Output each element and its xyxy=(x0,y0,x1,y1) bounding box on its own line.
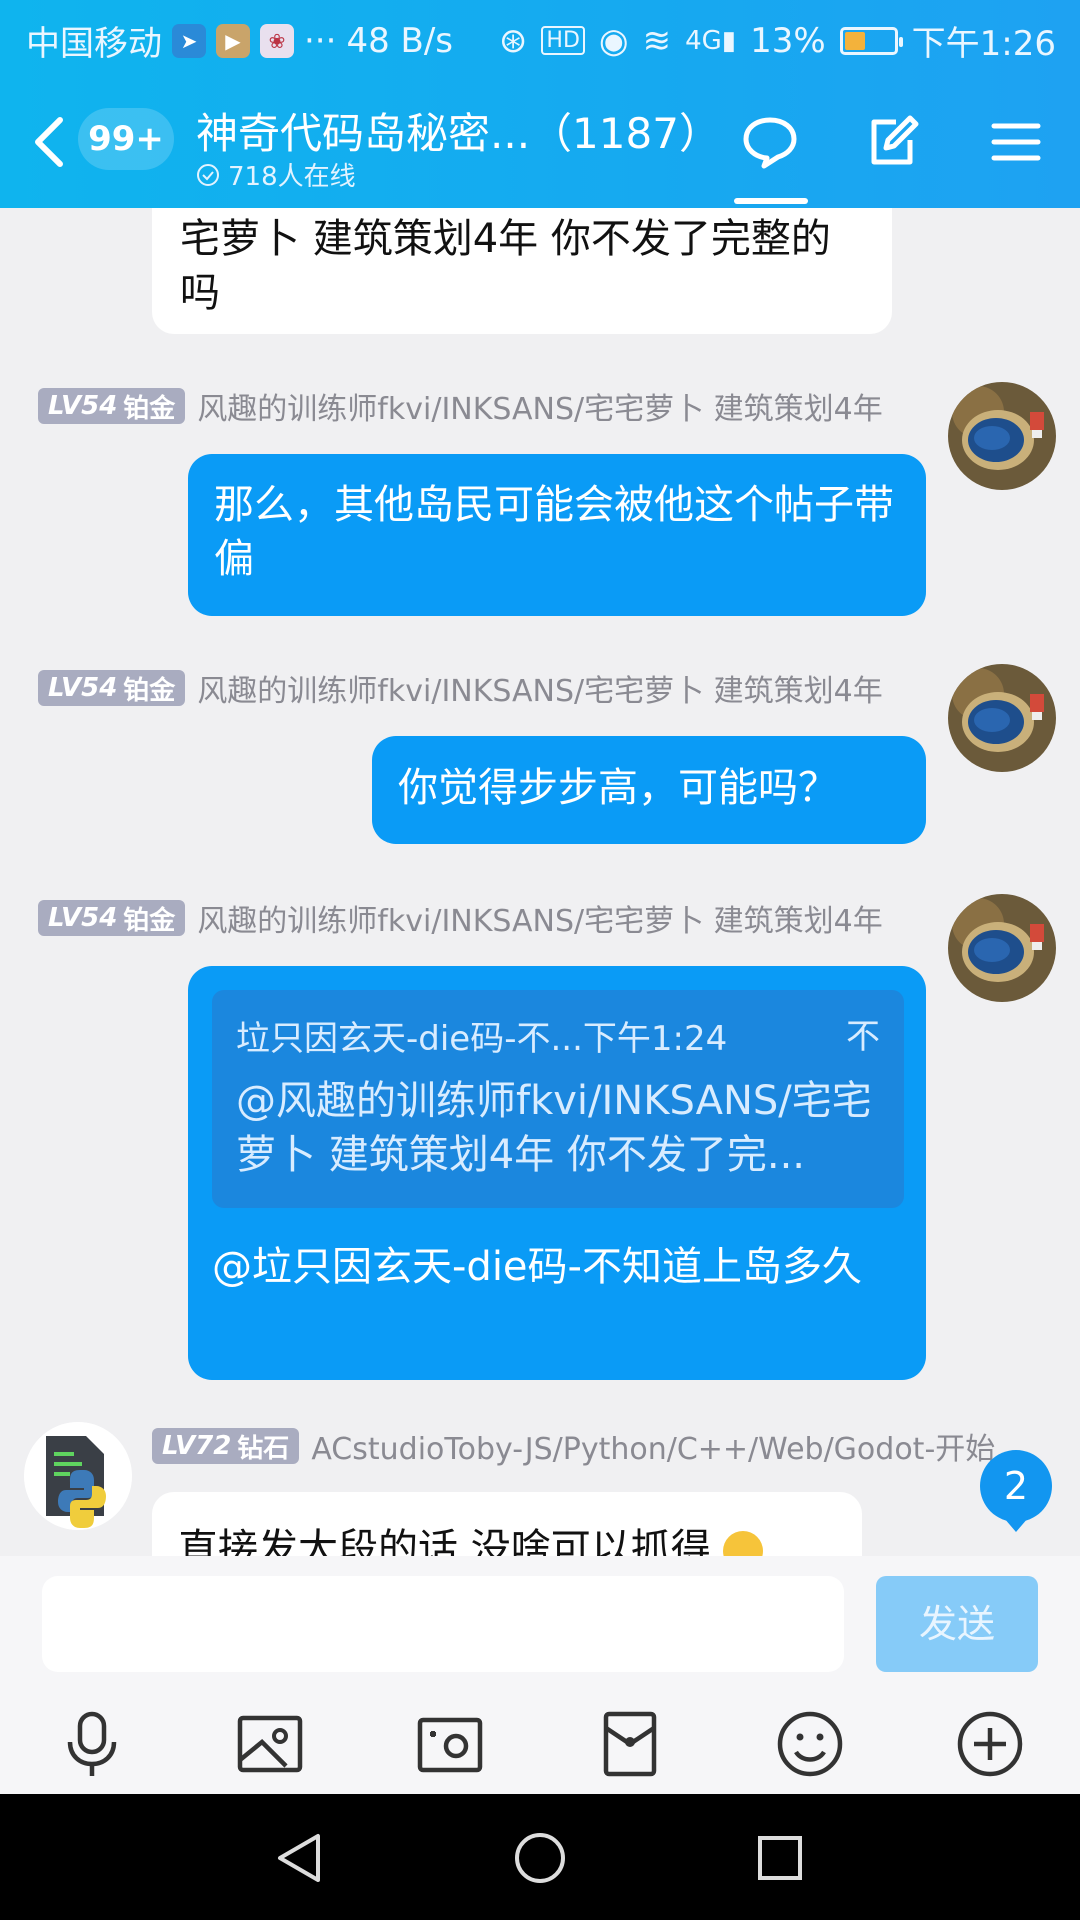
rank-text: 铂金 xyxy=(123,675,176,706)
message-list[interactable]: 宅萝卜 建筑策划4年 你不发了完整的吗 LV54 铂金 风趣的训练师fkvi/IN… xyxy=(0,208,1080,1556)
net-speed-label: 48 B/s xyxy=(346,20,454,61)
sender-name[interactable]: 风趣的训练师fkvi/INKSANS/宅宅萝卜 建筑策划4年 xyxy=(197,666,882,710)
app-notification-icon: ➤ xyxy=(172,23,206,58)
quoted-message[interactable]: 垃只因玄天-die码-不...下午1:24 不 @风趣的训练师fkvi/INKS… xyxy=(212,990,904,1208)
avatar[interactable] xyxy=(948,894,1056,1002)
message-input[interactable] xyxy=(42,1576,844,1672)
active-tab-indicator xyxy=(734,198,808,204)
quote-collapse-icon[interactable]: 不 xyxy=(846,1010,880,1064)
carrier-label: 中国移动 xyxy=(26,24,162,64)
battery-percent: 13% xyxy=(750,20,826,61)
level-text: LV54 xyxy=(48,391,118,421)
back-arrow-icon[interactable] xyxy=(30,114,70,170)
message-bubble[interactable]: 那么，其他岛民可能会被他这个帖子带偏 xyxy=(188,454,926,616)
battery-icon xyxy=(839,26,903,55)
send-button[interactable]: 发送 xyxy=(876,1576,1038,1672)
wifi-icon: ≋ xyxy=(642,20,672,61)
plus-icon[interactable] xyxy=(954,1708,1026,1780)
avatar[interactable] xyxy=(24,1422,132,1530)
message-text: 你觉得步步高，可能吗？ xyxy=(398,765,838,811)
emoji-icon[interactable] xyxy=(774,1708,846,1780)
camera-icon[interactable] xyxy=(414,1708,486,1780)
nav-home-icon[interactable] xyxy=(510,1828,570,1888)
level-text: LV54 xyxy=(48,673,118,703)
app-notification-icon-2: ❀ xyxy=(260,23,294,58)
sender-meta: LV54 铂金 风趣的训练师fkvi/INKSANS/宅宅萝卜 建筑策划4年 xyxy=(38,384,883,428)
message-text: @垃只因玄天-die码-不知道上岛多久 xyxy=(212,1244,862,1290)
map-avatar-image xyxy=(948,382,1056,490)
online-count: 718人在线 xyxy=(228,162,356,192)
more-notifications-icon: ··· xyxy=(304,20,337,61)
quote-header: 垃只因玄天-die码-不...下午1:24 xyxy=(236,1019,728,1059)
map-avatar-image xyxy=(948,894,1056,1002)
sender-meta: LV54 铂金 风趣的训练师fkvi/INKSANS/宅宅萝卜 建筑策划4年 xyxy=(38,896,883,940)
sender-name[interactable]: ACstudioToby-JS/Python/C++/Web/Godot-开始.… xyxy=(311,1424,1024,1468)
top-bar: 中国移动 ➤ ▶ ❀ ··· 48 B/s ⊛ HD ◉ ≋ 4G▮ 13% 下… xyxy=(0,0,1080,208)
avatar[interactable] xyxy=(948,664,1056,772)
quote-text: @风趣的训练师fkvi/INKSANS/宅宅萝卜 建筑策划4年 你不发了完... xyxy=(236,1078,872,1178)
video-notification-icon: ▶ xyxy=(216,23,250,58)
new-message-count: 2 xyxy=(1003,1464,1029,1508)
level-badge: LV72 钻石 xyxy=(152,1428,300,1464)
map-avatar-image xyxy=(948,664,1056,772)
message-text: 那么，其他岛民可能会被他这个帖子带偏 xyxy=(214,482,894,582)
microphone-icon[interactable] xyxy=(56,1708,128,1780)
red-packet-icon[interactable] xyxy=(594,1708,666,1780)
message-text: 直接发大段的话 没啥可以抓得 xyxy=(178,1526,711,1556)
message-bubble[interactable]: 直接发大段的话 没啥可以抓得 xyxy=(152,1492,862,1556)
vibrate-icon: ⊛ xyxy=(498,20,528,61)
level-badge: LV54 铂金 xyxy=(38,670,186,706)
hd-icon: HD xyxy=(541,26,585,55)
system-nav-bar xyxy=(0,1794,1080,1920)
online-status: 718人在线 xyxy=(196,156,356,193)
emoji-sticker-icon xyxy=(723,1531,764,1556)
reply-message-bubble[interactable]: 垃只因玄天-die码-不...下午1:24 不 @风趣的训练师fkvi/INKS… xyxy=(188,966,926,1380)
avatar[interactable] xyxy=(948,382,1056,490)
nav-back-icon[interactable] xyxy=(270,1828,330,1888)
rank-text: 铂金 xyxy=(123,905,176,936)
level-text: LV54 xyxy=(48,903,118,933)
chat-bubble-icon[interactable] xyxy=(740,112,800,172)
eye-comfort-icon: ◉ xyxy=(598,20,629,61)
status-bar: 中国移动 ➤ ▶ ❀ ··· 48 B/s ⊛ HD ◉ ≋ 4G▮ 13% 下… xyxy=(0,0,1080,76)
image-icon[interactable] xyxy=(234,1708,306,1780)
rank-text: 钻石 xyxy=(237,1433,290,1464)
sender-meta: LV54 铂金 风趣的训练师fkvi/INKSANS/宅宅萝卜 建筑策划4年 xyxy=(38,666,883,710)
edit-note-icon[interactable] xyxy=(862,112,922,172)
level-text: LV72 xyxy=(162,1431,232,1461)
chat-header: 99+ 神奇代码岛秘密...（1187） 718人在线 xyxy=(0,80,1080,208)
level-badge: LV54 铂金 xyxy=(38,900,186,936)
online-check-icon xyxy=(197,163,219,186)
sender-name[interactable]: 风趣的训练师fkvi/INKSANS/宅宅萝卜 建筑策划4年 xyxy=(197,384,882,428)
group-title[interactable]: 神奇代码岛秘密...（1187） xyxy=(196,100,721,161)
clock: 下午1:26 xyxy=(911,24,1056,64)
level-badge: LV54 铂金 xyxy=(38,388,186,424)
input-bar: 发送 xyxy=(0,1556,1080,1794)
signal-icon: 4G▮ xyxy=(685,25,737,56)
message-bubble[interactable]: 你觉得步步高，可能吗？ xyxy=(372,736,926,844)
python-avatar-image xyxy=(24,1422,132,1530)
sender-meta: LV72 钻石 ACstudioToby-JS/Python/C++/Web/Go… xyxy=(152,1424,1024,1468)
message-text: 宅萝卜 建筑策划4年 你不发了完整的吗 xyxy=(180,216,831,316)
sender-name[interactable]: 风趣的训练师fkvi/INKSANS/宅宅萝卜 建筑策划4年 xyxy=(197,896,882,940)
nav-recents-icon[interactable] xyxy=(750,1828,810,1888)
unread-badge[interactable]: 99+ xyxy=(78,108,174,170)
rank-text: 铂金 xyxy=(123,393,176,424)
menu-icon[interactable] xyxy=(986,112,1046,172)
message-bubble[interactable]: 宅萝卜 建筑策划4年 你不发了完整的吗 xyxy=(152,208,892,334)
